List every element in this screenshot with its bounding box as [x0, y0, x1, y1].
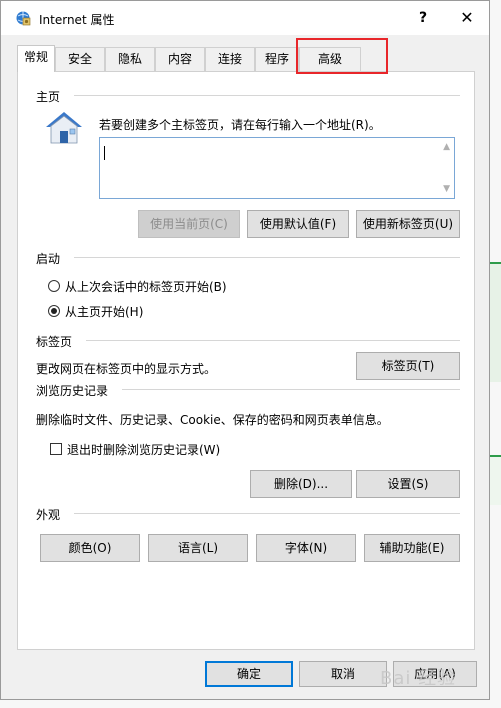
window-title: Internet 属性 — [39, 13, 115, 27]
languages-button[interactable]: 语言(L) — [148, 534, 248, 562]
home-address-textarea[interactable]: ▲ ▼ — [99, 137, 455, 199]
tabs-group-title: 标签页 — [36, 335, 73, 349]
radio-home-page-label: 从主页开始(H) — [65, 305, 144, 319]
delete-history-on-exit-checkbox[interactable] — [50, 443, 62, 455]
use-current-button[interactable]: 使用当前页(C) — [138, 210, 240, 238]
tab-programs[interactable]: 程序 — [255, 47, 299, 71]
radio-last-session[interactable] — [48, 280, 60, 292]
use-new-tab-button[interactable]: 使用新标签页(U) — [356, 210, 460, 238]
internet-options-dialog: Internet 属性 ? ✕ 常规 安全 隐私 内容 连接 程序 高级 主页 … — [0, 0, 490, 700]
use-default-button[interactable]: 使用默认值(F) — [247, 210, 349, 238]
scroll-up-icon[interactable]: ▲ — [443, 142, 450, 152]
tabs-settings-button[interactable]: 标签页(T) — [356, 352, 460, 380]
accessibility-button[interactable]: 辅助功能(E) — [364, 534, 460, 562]
group-divider — [74, 257, 460, 258]
home-group-title: 主页 — [36, 90, 61, 104]
group-divider — [122, 389, 460, 390]
tab-content[interactable]: 内容 — [155, 47, 205, 71]
house-icon — [46, 112, 82, 144]
delete-history-on-exit-label: 退出时删除浏览历史记录(W) — [67, 443, 221, 457]
fonts-button[interactable]: 字体(N) — [256, 534, 356, 562]
delete-history-button[interactable]: 删除(D)... — [250, 470, 352, 498]
radio-home-page[interactable] — [48, 305, 60, 317]
apply-button[interactable]: 应用(A) — [393, 661, 477, 687]
internet-options-icon — [16, 11, 31, 26]
text-caret — [104, 146, 105, 160]
background-highlight — [490, 455, 501, 505]
history-description: 删除临时文件、历史记录、Cookie、保存的密码和网页表单信息。 — [36, 413, 389, 427]
tabs-description: 更改网页在标签页中的显示方式。 — [36, 362, 217, 376]
colors-button[interactable]: 颜色(O) — [40, 534, 140, 562]
radio-last-session-label: 从上次会话中的标签页开始(B) — [65, 280, 227, 294]
tab-connections[interactable]: 连接 — [205, 47, 255, 71]
group-divider — [74, 513, 460, 514]
group-divider — [86, 340, 460, 341]
background-highlight — [490, 262, 501, 382]
appearance-group-title: 外观 — [36, 508, 61, 522]
background-window-strip — [0, 700, 501, 708]
group-divider — [74, 95, 460, 96]
history-settings-button[interactable]: 设置(S) — [356, 470, 460, 498]
help-button[interactable]: ? — [411, 7, 435, 29]
tab-advanced[interactable]: 高级 — [299, 47, 361, 71]
title-bar[interactable]: Internet 属性 ? ✕ — [1, 1, 489, 35]
startup-group-title: 启动 — [36, 252, 61, 266]
background-window — [490, 0, 501, 708]
tab-privacy[interactable]: 隐私 — [105, 47, 155, 71]
cancel-button[interactable]: 取消 — [299, 661, 387, 687]
history-group-title: 浏览历史记录 — [36, 384, 109, 398]
ok-button[interactable]: 确定 — [205, 661, 293, 687]
close-button[interactable]: ✕ — [455, 7, 479, 29]
home-instruction: 若要创建多个主标签页，请在每行输入一个地址(R)。 — [99, 118, 381, 132]
tab-security[interactable]: 安全 — [55, 47, 105, 71]
scroll-down-icon[interactable]: ▼ — [443, 184, 450, 194]
general-tab-panel: 主页 若要创建多个主标签页，请在每行输入一个地址(R)。 ▲ ▼ 使用当前页(C… — [17, 71, 475, 650]
tab-general[interactable]: 常规 — [17, 45, 55, 72]
dialog-footer: 确定 取消 应用(A) — [1, 650, 489, 699]
